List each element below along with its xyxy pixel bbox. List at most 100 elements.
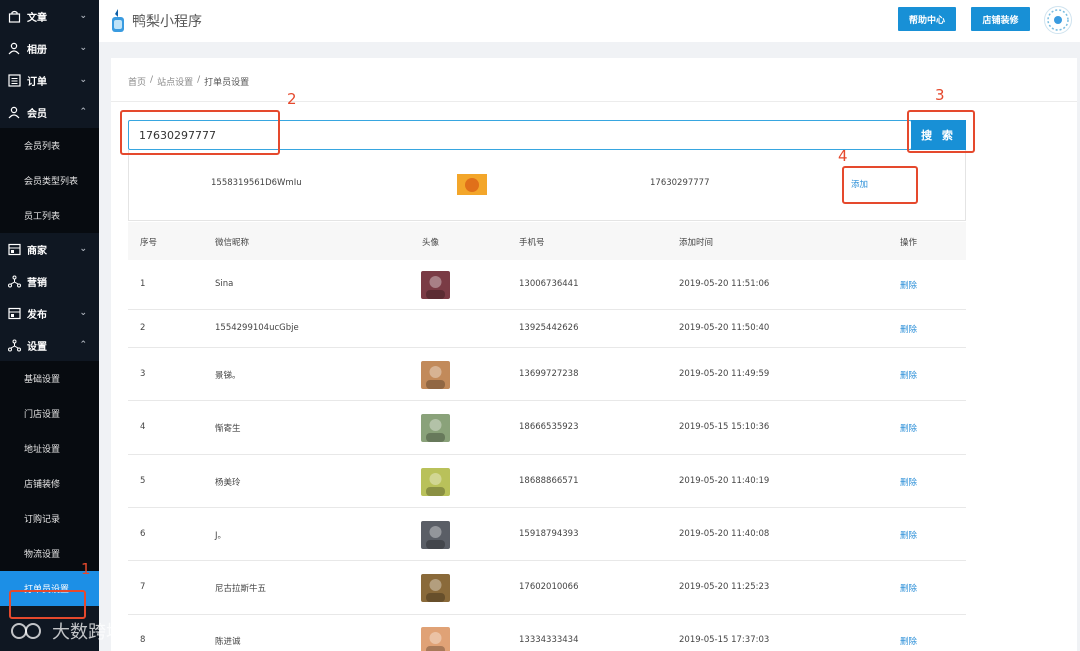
delete-button[interactable]: 删除 [900,323,917,335]
sidebar-sub-item[interactable]: 订购记录 [0,501,99,536]
user-icon [7,105,21,119]
result-phone: 17630297777 [650,178,710,188]
sidebar-menu-label: 营销 [27,277,47,289]
col-time: 2019-05-20 11:25:23 [679,582,770,592]
sidebar-sub-item[interactable]: 基础设置 [0,361,99,396]
col-no: 2 [140,323,146,333]
user-icon [7,41,21,55]
col-no: 1 [140,279,146,289]
result-avatar [457,174,487,195]
watermark: 大数跨境 [10,618,124,644]
sidebar-menu-item[interactable]: 文章 ⌄ [0,0,99,32]
user-avatar-thumbnail [421,574,450,602]
sidebar-menu-item[interactable]: 发布 ⌄ [0,297,99,329]
store-icon [7,306,21,320]
delete-button[interactable]: 删除 [900,529,917,541]
sidebar-sub-item[interactable]: 会员列表 [0,128,99,163]
chevron-up-icon: ⌃ [79,107,87,117]
col-header-action: 操作 [900,238,918,248]
annotation-box-3 [907,110,975,153]
breadcrumb-home[interactable]: 首页 [128,75,146,88]
watermark-text: 大数跨境 [52,622,124,643]
col-no: 8 [140,635,146,645]
table-header: 序号 微信昵称 头像 手机号 添加时间 操作 [128,222,966,260]
table-row: 3 景锑。 13699727238 2019-05-20 11:49:59 删除 [128,348,966,401]
sidebar-menu-label: 相册 [27,44,47,56]
col-phone: 13006736441 [519,279,579,289]
col-time: 2019-05-15 15:10:36 [679,422,770,432]
table-row: 6 J。 15918794393 2019-05-20 11:40:08 删除 [128,508,966,561]
col-nickname: 惭寄生 [215,424,241,434]
user-avatar-thumbnail [421,627,450,651]
delete-button[interactable]: 删除 [900,582,917,594]
col-phone: 18666535923 [519,422,579,432]
col-phone: 13334333434 [519,635,579,645]
user-avatar-thumbnail [421,467,450,496]
annotation-number-3: 3 [935,86,945,104]
sidebar-sub-item[interactable]: 员工列表 [0,198,99,233]
table-row: 8 陈进诚 13334333434 2019-05-15 17:37:03 删除 [128,615,966,651]
annotation-number-2: 2 [287,90,297,108]
col-time: 2019-05-20 11:49:59 [679,368,770,379]
col-phone: 15918794393 [519,528,579,539]
breadcrumb-site-settings[interactable]: 站点设置 [157,75,193,88]
col-no: 5 [140,475,146,486]
sidebar-sub-item[interactable]: 地址设置 [0,431,99,466]
user-avatar-thumbnail [421,271,450,299]
breadcrumb-current: 打单员设置 [204,78,250,88]
col-nickname: 1554299104ucGbje [215,323,299,333]
sidebar-sub-item[interactable]: 会员类型列表 [0,163,99,198]
col-time: 2019-05-20 11:40:19 [679,475,770,486]
store-decorate-button[interactable]: 店铺装修 [971,7,1030,31]
col-phone: 18688866571 [519,475,579,486]
app-name: 鸭梨小程序 [132,14,202,30]
annotation-box-2 [120,110,280,155]
user-avatar[interactable] [1044,6,1072,34]
sidebar-menu-item[interactable]: 商家 ⌄ [0,233,99,265]
annotation-box-1 [9,590,86,619]
col-phone: 13699727238 [519,368,579,379]
col-nickname: 陈进诚 [215,637,241,647]
help-center-button[interactable]: 帮助中心 [898,7,956,31]
sidebar-menu-label: 订单 [27,76,47,88]
delete-button[interactable]: 删除 [900,279,917,291]
sidebar-menu-item[interactable]: 会员 ⌃ [0,96,99,128]
logo: 鸭梨小程序 [109,8,202,34]
col-header-no: 序号 [140,238,158,248]
breadcrumb-separator: / [197,75,201,85]
delete-button[interactable]: 删除 [900,422,917,434]
list-icon [7,73,21,87]
col-time: 2019-05-20 11:50:40 [679,323,770,333]
chevron-down-icon: ⌄ [79,43,87,53]
user-avatar-thumbnail [421,414,450,442]
share-icon [7,338,21,352]
sidebar-menu-label: 商家 [27,245,47,257]
col-no: 7 [140,582,146,592]
sidebar-menu-item[interactable]: 相册 ⌄ [0,32,99,64]
col-header-avatar: 头像 [422,238,440,248]
sidebar-menu-item[interactable]: 营销 [0,265,99,297]
col-no: 4 [140,422,146,432]
table-row: 2 1554299104ucGbje 13925442626 2019-05-20 1… [128,310,966,348]
user-avatar-thumbnail [421,520,450,549]
sidebar-sub-item[interactable]: 店铺装修 [0,466,99,501]
delete-button[interactable]: 删除 [900,476,917,488]
sidebar-menu-item[interactable]: 订单 ⌄ [0,64,99,96]
chevron-down-icon: ⌄ [79,11,87,21]
divider [111,101,1077,102]
sidebar-sub-item[interactable]: 门店设置 [0,396,99,431]
col-nickname: Sina [215,279,234,289]
delete-button[interactable]: 删除 [900,369,917,381]
col-phone: 17602010066 [519,582,579,592]
watermark-logo-icon [11,623,41,639]
sidebar-menu-label: 文章 [27,12,47,24]
table-row: 5 杨美玲 18688866571 2019-05-20 11:40:19 删除 [128,455,966,508]
col-time: 2019-05-20 11:40:08 [679,528,770,539]
user-avatar-thumbnail [421,360,450,389]
sidebar-menu-label: 发布 [27,309,47,321]
sidebar-menu-label: 会员 [27,108,47,120]
annotation-number-4: 4 [838,147,848,165]
sidebar-menu-item[interactable]: 设置 ⌃ [0,329,99,361]
col-nickname: 尼古拉斯牛五 [215,584,267,594]
delete-button[interactable]: 删除 [900,635,917,647]
